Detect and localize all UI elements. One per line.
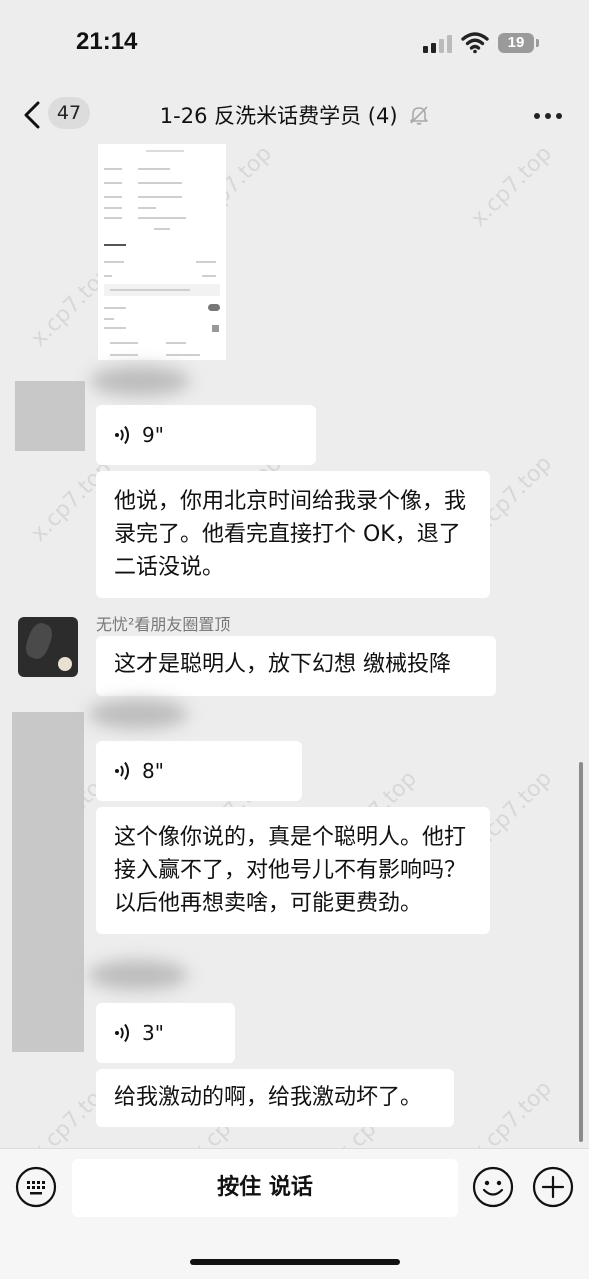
redacted-nickname — [90, 366, 190, 396]
avatar[interactable] — [18, 617, 78, 677]
sender-name: 无忧²看朋友圈置顶 — [96, 615, 231, 634]
voice-duration: 9" — [142, 422, 164, 447]
watermark: x.cp7.top — [466, 144, 557, 232]
mute-bell-icon — [410, 106, 429, 125]
message-text: 他说，你用北京时间给我录个像，我录完了。他看完直接打个 OK，退了二话没说。 — [114, 489, 467, 580]
status-bar: 21:14 19 — [0, 0, 589, 88]
avatar[interactable] — [12, 712, 84, 1052]
avatar[interactable] — [15, 381, 85, 451]
watermark: x.cp7.top — [466, 1076, 557, 1148]
redacted-nickname — [88, 960, 188, 990]
scrollbar[interactable] — [579, 762, 583, 1142]
message-text: 这才是聪明人，放下幻想 缴械投降 — [114, 652, 451, 677]
text-message[interactable]: 给我激动的啊，给我激动坏了。 — [96, 1069, 454, 1127]
add-plus-icon[interactable] — [532, 1166, 574, 1208]
voice-wave-icon — [115, 425, 129, 445]
more-options-icon[interactable] — [534, 113, 562, 119]
voice-message[interactable]: 3" — [96, 1003, 235, 1063]
hold-to-talk-button[interactable]: 按住 说话 — [72, 1159, 458, 1217]
battery-tip — [536, 39, 539, 47]
back-chevron-icon[interactable] — [18, 98, 48, 132]
chat-message-list[interactable]: x.cp7.top x.cp7.top x.cp7.top x.cp7.top … — [0, 144, 589, 1148]
home-indicator[interactable] — [190, 1259, 400, 1265]
message-text: 给我激动的啊，给我激动坏了。 — [114, 1085, 423, 1110]
emoji-icon[interactable] — [472, 1166, 514, 1208]
cellular-signal-icon — [423, 35, 453, 53]
text-message[interactable]: 这个像你说的，真是个聪明人。他打接入赢不了，对他号儿不有影响吗？以后他再想卖啥，… — [96, 807, 490, 934]
clock: 21:14 — [76, 28, 138, 55]
chat-title: 1-26 反洗米话费学员 (4) — [100, 100, 490, 130]
chat-title-text: 1-26 反洗米话费学员 (4) — [159, 104, 398, 128]
keyboard-icon[interactable] — [15, 1166, 57, 1208]
chat-header: 47 1-26 反洗米话费学员 (4) — [0, 88, 589, 144]
unread-count-badge[interactable]: 47 — [48, 97, 90, 129]
voice-message[interactable]: 8" — [96, 741, 302, 801]
voice-wave-icon — [115, 761, 129, 781]
redacted-nickname — [88, 699, 188, 729]
voice-wave-icon — [115, 1023, 129, 1043]
image-message[interactable] — [98, 144, 226, 360]
voice-duration: 8" — [142, 758, 164, 783]
voice-message[interactable]: 9" — [96, 405, 316, 465]
message-text: 这个像你说的，真是个聪明人。他打接入赢不了，对他号儿不有影响吗？以后他再想卖啥，… — [114, 825, 467, 916]
text-message[interactable]: 这才是聪明人，放下幻想 缴械投降 — [96, 636, 496, 696]
wifi-icon — [461, 32, 489, 54]
battery-icon: 19 — [498, 33, 534, 53]
text-message[interactable]: 他说，你用北京时间给我录个像，我录完了。他看完直接打个 OK，退了二话没说。 — [96, 471, 490, 598]
voice-duration: 3" — [142, 1020, 164, 1045]
